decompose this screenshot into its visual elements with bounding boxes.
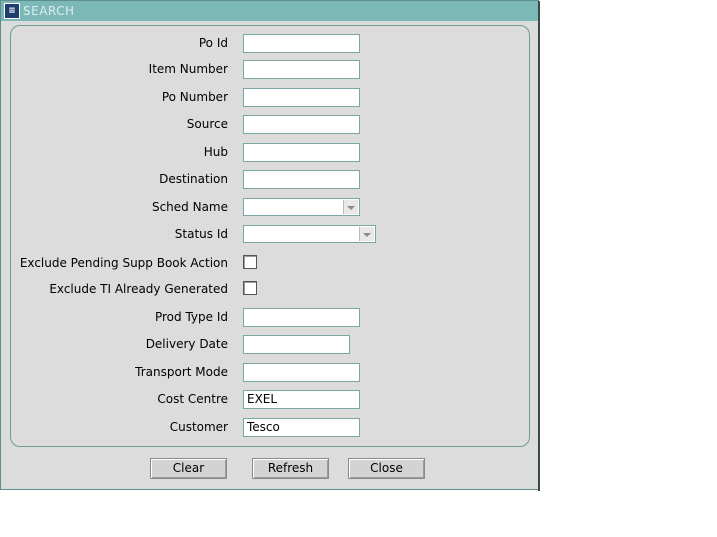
hub-input[interactable]: [243, 143, 360, 162]
prod-type-id-input[interactable]: [243, 308, 360, 327]
status-id-label: Status Id: [174, 227, 228, 241]
chevron-down-icon[interactable]: [359, 227, 374, 241]
window-edge: [538, 1, 540, 491]
cost-centre-input[interactable]: EXEL: [243, 390, 360, 409]
transport-mode-input[interactable]: [243, 363, 360, 382]
sched-name-select[interactable]: [243, 198, 360, 216]
item-number-row: Item Number: [1, 60, 538, 80]
app-icon: ≡: [4, 3, 20, 19]
exclude-pending-label: Exclude Pending Supp Book Action: [19, 256, 228, 270]
search-window: ≡ SEARCH Po Id Item Number Po Number Sou…: [0, 0, 540, 491]
title-bar[interactable]: ≡ SEARCH: [1, 1, 538, 21]
exclude-ti-label: Exclude TI Already Generated: [49, 282, 228, 296]
po-number-label: Po Number: [161, 90, 228, 104]
exclude-pending-checkbox[interactable]: [243, 255, 257, 269]
item-number-label: Item Number: [148, 62, 228, 76]
exclude-ti-checkbox[interactable]: [243, 281, 257, 295]
transport-mode-label: Transport Mode: [135, 365, 228, 379]
sched-name-row: Sched Name: [1, 198, 538, 218]
customer-input[interactable]: Tesco: [243, 418, 360, 437]
customer-label: Customer: [169, 420, 228, 434]
po-id-row: Po Id: [1, 34, 538, 54]
status-id-select[interactable]: [243, 225, 376, 243]
customer-row: Customer Tesco: [1, 418, 538, 438]
destination-row: Destination: [1, 170, 538, 190]
window-title: SEARCH: [23, 4, 75, 18]
prod-type-id-row: Prod Type Id: [1, 308, 538, 328]
po-number-row: Po Number: [1, 88, 538, 108]
item-number-input[interactable]: [243, 60, 360, 79]
refresh-button[interactable]: Refresh: [252, 458, 329, 479]
destination-label: Destination: [159, 172, 228, 186]
source-row: Source: [1, 115, 538, 135]
po-number-input[interactable]: [243, 88, 360, 107]
hub-label: Hub: [203, 145, 228, 159]
delivery-date-input[interactable]: [243, 335, 350, 354]
hub-row: Hub: [1, 143, 538, 163]
po-id-label: Po Id: [198, 36, 228, 50]
cost-centre-row: Cost Centre EXEL: [1, 390, 538, 410]
source-input[interactable]: [243, 115, 360, 134]
sched-name-label: Sched Name: [151, 200, 228, 214]
transport-mode-row: Transport Mode: [1, 363, 538, 383]
exclude-ti-row: Exclude TI Already Generated: [1, 280, 538, 300]
po-id-input[interactable]: [243, 34, 360, 53]
chevron-down-icon[interactable]: [343, 200, 358, 214]
clear-button[interactable]: Clear: [150, 458, 227, 479]
prod-type-id-label: Prod Type Id: [154, 310, 228, 324]
delivery-date-row: Delivery Date: [1, 335, 538, 355]
delivery-date-label: Delivery Date: [145, 337, 228, 351]
exclude-pending-row: Exclude Pending Supp Book Action: [1, 254, 538, 274]
destination-input[interactable]: [243, 170, 360, 189]
cost-centre-label: Cost Centre: [157, 392, 228, 406]
close-button[interactable]: Close: [348, 458, 425, 479]
source-label: Source: [186, 117, 228, 131]
status-id-row: Status Id: [1, 225, 538, 245]
